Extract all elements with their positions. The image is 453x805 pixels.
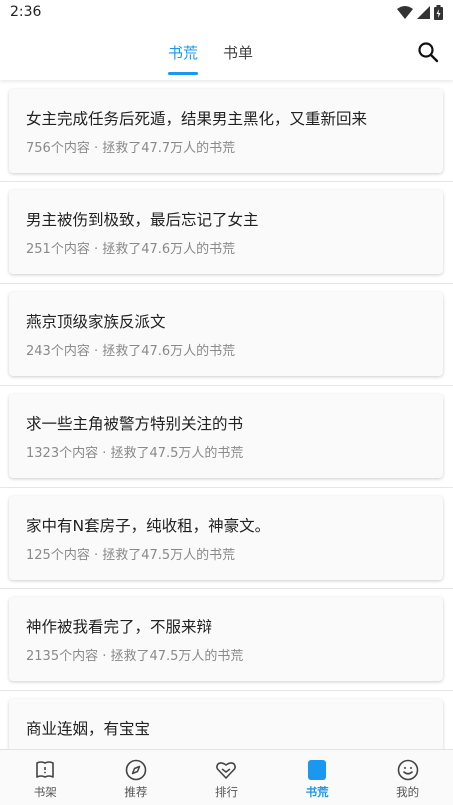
divider: [0, 588, 453, 589]
list-item-title: 燕京顶级家族反派文: [26, 313, 166, 331]
bottom-nav: 书架 推荐 排行 书荒 我的: [0, 749, 453, 805]
status-time: 2:36: [10, 4, 42, 20]
tab-book-shortage[interactable]: 书荒: [168, 42, 198, 63]
nav-item-book-shortage[interactable]: 书荒: [272, 750, 363, 805]
list-item-title: 男主被伤到极致，最后忘记了女主: [26, 211, 259, 229]
status-bar: 2:36: [0, 0, 453, 24]
profile-icon: [397, 759, 418, 781]
nav-item-ranking[interactable]: 排行: [181, 750, 272, 805]
header: 书荒 书单: [0, 24, 453, 80]
tab-book-list[interactable]: 书单: [223, 42, 253, 63]
compass-icon: [125, 759, 147, 781]
list-item[interactable]: 女主完成任务后死遁，结果男主黑化，又重新回来 756个内容 · 拯救了47.7万…: [9, 89, 443, 173]
list-item-meta: 1323个内容 · 拯救了47.5万人的书荒: [26, 446, 244, 461]
nav-label: 书架: [33, 785, 57, 799]
list-item-title: 神作被我看完了，不服来辩: [26, 618, 213, 636]
list-item[interactable]: 求一些主角被警方特别关注的书 1323个内容 · 拯救了47.5万人的书荒: [9, 394, 443, 478]
list-item[interactable]: 家中有N套房子，纯收租，神豪文。 125个内容 · 拯救了47.5万人的书荒: [9, 496, 443, 580]
wifi-icon: [397, 5, 413, 19]
list-item-meta: 756个内容 · 拯救了47.7万人的书荒: [26, 141, 236, 156]
nav-item-recommend[interactable]: 推荐: [91, 750, 182, 805]
signal-icon: [417, 5, 430, 19]
nav-label: 推荐: [124, 785, 148, 799]
list-item[interactable]: 燕京顶级家族反派文 243个内容 · 拯救了47.6万人的书荒: [9, 292, 443, 376]
active-tab-indicator: [168, 72, 198, 75]
list-item-meta: 2135个内容 · 拯救了47.5万人的书荒: [26, 649, 244, 664]
list-item-title: 家中有N套房子，纯收租，神豪文。: [26, 517, 271, 535]
list-item-title: 女主完成任务后死遁，结果男主黑化，又重新回来: [26, 110, 368, 128]
list-item-title: 商业连姻，有宝宝: [26, 720, 151, 738]
list-item[interactable]: 商业连姻，有宝宝: [9, 699, 443, 749]
nav-label: 书荒: [305, 785, 329, 799]
bookshelf-icon: [36, 761, 55, 778]
nav-item-profile[interactable]: 我的: [362, 750, 453, 805]
divider: [0, 690, 453, 691]
battery-icon: [434, 4, 443, 20]
list-item-meta: 251个内容 · 拯救了47.6万人的书荒: [26, 242, 236, 257]
nav-label: 我的: [396, 785, 420, 799]
divider: [0, 385, 453, 386]
nav-item-bookshelf[interactable]: 书架: [0, 750, 91, 805]
search-icon[interactable]: [417, 41, 439, 63]
list-item[interactable]: 神作被我看完了，不服来辩 2135个内容 · 拯救了47.5万人的书荒: [9, 597, 443, 681]
status-icons: [397, 4, 443, 20]
ranking-icon: [216, 762, 237, 779]
list-item[interactable]: 男主被伤到极致，最后忘记了女主 251个内容 · 拯救了47.6万人的书荒: [9, 190, 443, 274]
book-shortage-icon: [308, 760, 327, 780]
list-item-title: 求一些主角被警方特别关注的书: [26, 415, 244, 433]
list-item-meta: 243个内容 · 拯救了47.6万人的书荒: [26, 344, 236, 359]
divider: [0, 283, 453, 284]
topic-list[interactable]: 女主完成任务后死遁，结果男主黑化，又重新回来 756个内容 · 拯救了47.7万…: [0, 80, 453, 749]
divider: [0, 181, 453, 182]
list-item-meta: 125个内容 · 拯救了47.5万人的书荒: [26, 548, 236, 563]
nav-label: 排行: [214, 785, 238, 799]
divider: [0, 487, 453, 488]
